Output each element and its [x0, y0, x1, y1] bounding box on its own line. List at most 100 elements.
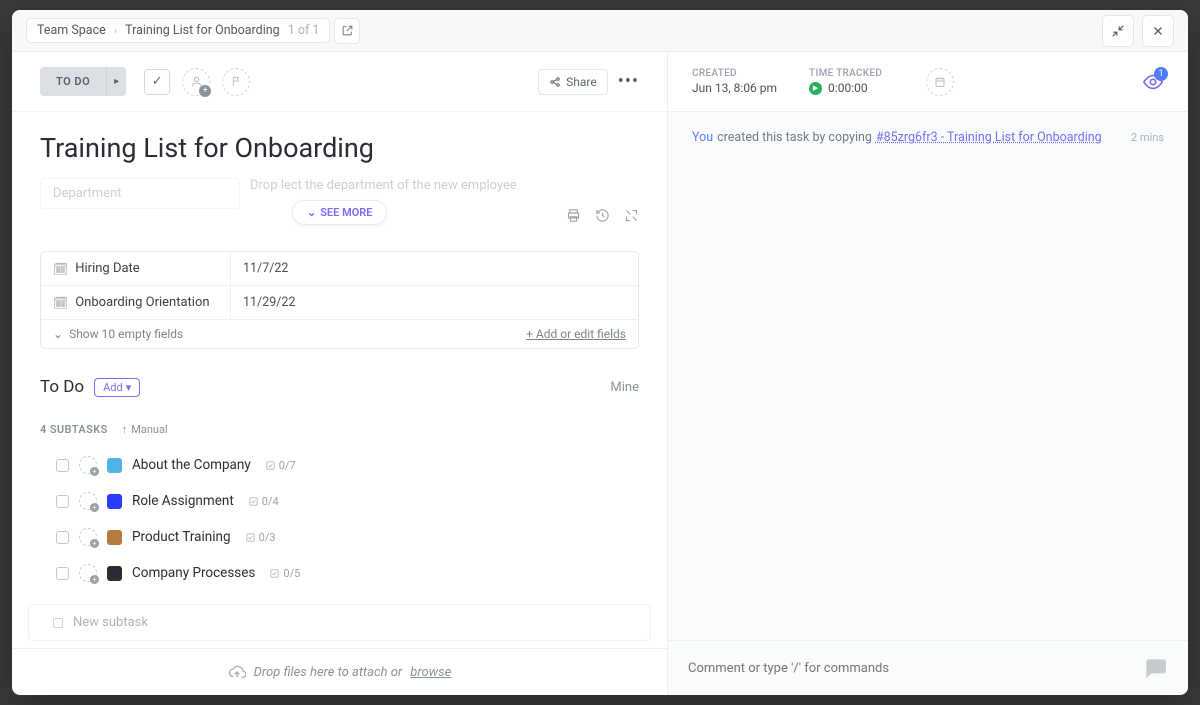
subtask-name: About the Company [132, 457, 251, 473]
share-button[interactable]: Share [538, 69, 608, 95]
add-subtask-button[interactable]: Add▾ [94, 378, 140, 397]
add-date-icon[interactable] [926, 68, 954, 96]
assignee-icon[interactable] [79, 528, 97, 546]
created-label: CREATED [692, 68, 777, 79]
cf-label: Hiring Date [75, 261, 139, 276]
faded-field: Department [40, 178, 240, 209]
watchers-count: 1 [1154, 67, 1168, 81]
task-main-panel: TO DO ▸ ✓ + Share ••• [12, 52, 668, 695]
print-icon[interactable] [566, 208, 581, 223]
subtask-progress: 0/7 [265, 459, 296, 472]
subtask-name: Company Processes [132, 565, 255, 581]
custom-field-row[interactable]: 🗓 Hiring Date 11/7/22 [41, 252, 638, 286]
breadcrumb-space[interactable]: Team Space [37, 23, 106, 38]
attachment-dropzone[interactable]: Drop files here to attach or browse [12, 648, 667, 695]
new-subtask-placeholder: New subtask [73, 615, 148, 630]
subtask-sort[interactable]: ↑Manual [122, 423, 168, 436]
show-empty-label: Show 10 empty fields [69, 327, 183, 341]
task-title[interactable]: Training List for Onboarding [40, 132, 639, 164]
comment-icon[interactable] [1142, 655, 1168, 681]
subtask-progress: 0/3 [245, 531, 276, 544]
chevron-down-icon: ⌄ [53, 327, 63, 341]
subtask-progress: 0/5 [269, 567, 300, 580]
subtask-checkbox[interactable] [56, 567, 69, 580]
activity-link[interactable]: #85zrg6fr3 - Training List for Onboardin… [876, 130, 1102, 145]
add-priority-icon[interactable] [222, 68, 250, 96]
expand-icon[interactable] [624, 208, 639, 223]
custom-fields-table: 🗓 Hiring Date 11/7/22 🗓 Onboarding Orienta… [40, 251, 639, 349]
subtask-checkbox[interactable] [56, 531, 69, 544]
open-external-icon[interactable] [334, 18, 360, 44]
status-caret[interactable]: ▸ [106, 67, 126, 96]
more-menu-icon[interactable]: ••• [618, 71, 639, 92]
calendar-icon: 🗓 [53, 296, 68, 310]
see-more-button[interactable]: ⌄ SEE MORE [292, 200, 387, 225]
cloud-upload-icon [228, 663, 246, 681]
activity-text: created this task by copying [717, 130, 872, 145]
assignee-icon[interactable] [79, 564, 97, 582]
activity-actor: You [692, 130, 713, 145]
subtask-count: 4 SUBTASKS [40, 423, 108, 436]
subtask-type-icon [107, 494, 122, 509]
task-toolbar: TO DO ▸ ✓ + Share ••• [12, 52, 667, 112]
chevron-down-icon: ⌄ [307, 206, 316, 219]
subtask-item[interactable]: About the Company 0/7 [40, 450, 639, 480]
created-info: CREATED Jun 13, 8:06 pm [692, 68, 777, 95]
subtask-type-icon [107, 458, 122, 473]
subtask-type-icon [107, 566, 122, 581]
time-label: TIME TRACKED [809, 68, 882, 79]
show-empty-fields[interactable]: ⌄ Show 10 empty fields [53, 327, 183, 341]
comment-bar[interactable] [668, 640, 1188, 695]
subtask-checkbox[interactable] [56, 459, 69, 472]
subtask-item[interactable]: Product Training 0/3 [40, 522, 639, 552]
caret-down-icon: ▾ [126, 381, 132, 394]
subtask-item[interactable]: Company Processes 0/5 [40, 558, 639, 588]
watchers-button[interactable]: 1 [1142, 71, 1164, 93]
sort-arrow-icon: ↑ [122, 423, 128, 436]
close-button[interactable] [1142, 15, 1174, 47]
activity-panel: CREATED Jun 13, 8:06 pm TIME TRACKED ▶ 0:… [668, 52, 1188, 695]
cf-value[interactable]: 11/29/22 [231, 286, 638, 319]
sort-label: Manual [131, 423, 167, 436]
add-assignee-icon[interactable]: + [182, 68, 210, 96]
subtask-type-icon [107, 530, 122, 545]
new-subtask-input[interactable]: New subtask [28, 604, 651, 641]
mine-filter[interactable]: Mine [610, 380, 639, 395]
subtask-name: Role Assignment [132, 493, 234, 509]
share-label: Share [566, 75, 597, 89]
cf-value[interactable]: 11/7/22 [231, 252, 638, 285]
breadcrumb-bar: Team Space › Training List for Onboardin… [12, 10, 1188, 52]
status-label[interactable]: TO DO [40, 67, 106, 96]
minimize-button[interactable] [1102, 15, 1134, 47]
calendar-icon: 🗓 [53, 262, 68, 276]
subtask-section-title: To Do [40, 377, 84, 397]
chevron-right-icon: › [114, 24, 117, 37]
subtask-item[interactable]: Role Assignment0/4 [40, 486, 639, 516]
browse-link[interactable]: browse [410, 665, 451, 680]
subtask-checkbox[interactable] [56, 495, 69, 508]
activity-time: 2 mins [1131, 131, 1164, 144]
add-label: Add [103, 381, 123, 394]
breadcrumb-count: 1 of 1 [288, 23, 320, 38]
subtask-name: Product Training [132, 529, 231, 545]
cf-label: Onboarding Orientation [75, 295, 209, 310]
subtasks-list: About the Company 0/7 Role Assignment0/4 Pr… [40, 450, 639, 588]
status-button[interactable]: TO DO ▸ [40, 67, 126, 96]
created-value: Jun 13, 8:06 pm [692, 81, 777, 95]
square-icon [53, 618, 63, 628]
play-icon[interactable]: ▶ [809, 82, 822, 95]
see-more-label: SEE MORE [320, 206, 372, 219]
assignee-icon[interactable] [79, 492, 97, 510]
comment-input[interactable] [688, 661, 1142, 676]
assignee-icon[interactable] [79, 456, 97, 474]
time-value: 0:00:00 [828, 81, 868, 95]
custom-field-row[interactable]: 🗓 Onboarding Orientation 11/29/22 [41, 286, 638, 320]
drop-text: Drop files here to attach or [254, 665, 403, 680]
add-edit-fields[interactable]: + Add or edit fields [526, 327, 626, 341]
activity-entry: You created this task by copying #85zrg6… [668, 112, 1188, 163]
breadcrumb-item[interactable]: Training List for Onboarding [125, 23, 280, 38]
complete-checkbox[interactable]: ✓ [144, 69, 170, 95]
breadcrumb[interactable]: Team Space › Training List for Onboardin… [26, 18, 330, 43]
history-icon[interactable] [595, 208, 610, 223]
time-tracked-info[interactable]: TIME TRACKED ▶ 0:00:00 [809, 68, 882, 95]
